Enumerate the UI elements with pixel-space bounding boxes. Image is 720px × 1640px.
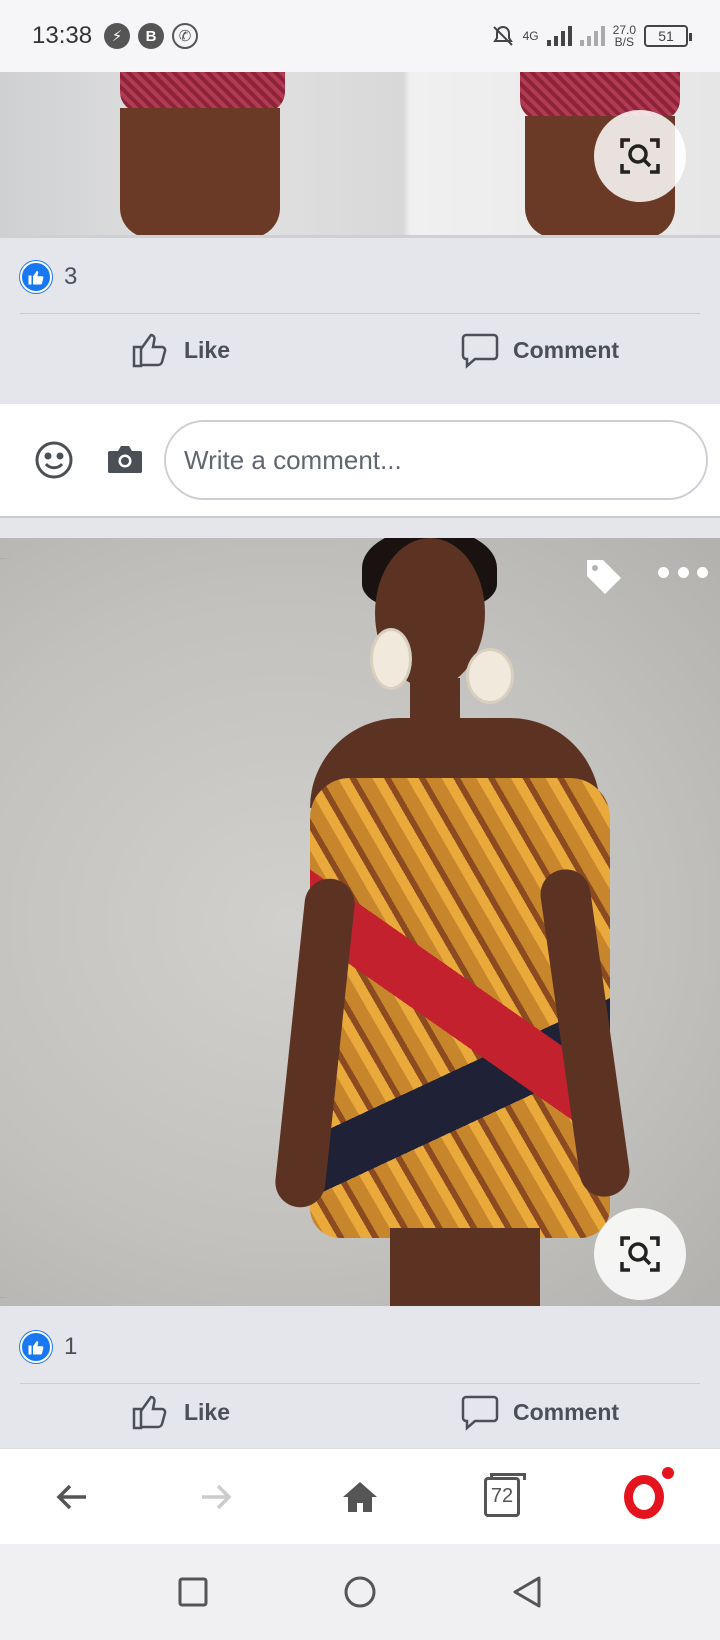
opera-menu-button[interactable]: [624, 1464, 676, 1519]
camera-icon[interactable]: [106, 443, 144, 477]
model-figure: [270, 538, 670, 1306]
network-type: 4G: [522, 29, 539, 43]
battery-level: 51: [658, 28, 674, 44]
thumbs-up-icon: [132, 1395, 167, 1430]
tab-count: 72: [490, 1485, 514, 1507]
mirror-frame: [0, 558, 90, 1298]
like-button[interactable]: Like: [0, 308, 360, 392]
like-reaction-icon: [20, 260, 52, 293]
back-arrow-icon[interactable]: [52, 1477, 92, 1517]
recents-square-icon[interactable]: [177, 1576, 209, 1608]
legs-left: [120, 108, 280, 235]
visual-search-button[interactable]: [594, 1208, 686, 1300]
visual-search-button[interactable]: [594, 110, 686, 202]
emoji-icon[interactable]: [34, 440, 74, 480]
reaction-summary[interactable]: 3: [20, 240, 700, 314]
notification-icons: ⚡ B ✆: [104, 23, 199, 49]
scan-search-icon: [620, 138, 660, 174]
like-reaction-icon: [20, 1330, 52, 1363]
post-actions: Like Comment: [0, 1376, 720, 1448]
net-speed: 27.0 B/S: [613, 24, 636, 48]
like-label: Like: [183, 1398, 231, 1425]
scan-search-icon: [620, 1236, 660, 1272]
status-bar: 13:38 ⚡ B ✆ 4G 27.0 B/S 51: [0, 0, 720, 72]
comment-button[interactable]: Comment: [360, 308, 720, 392]
post-actions: Like Comment: [0, 308, 720, 392]
like-button[interactable]: Like: [0, 1376, 360, 1448]
reaction-count: 3: [64, 262, 78, 290]
opera-logo-icon: [624, 1474, 664, 1519]
home-circle-icon[interactable]: [343, 1575, 377, 1609]
android-nav-bar: [0, 1544, 720, 1640]
comment-composer: Write a comment...: [0, 404, 720, 518]
comment-bubble-icon: [461, 1395, 499, 1431]
like-label: Like: [183, 336, 231, 363]
thumbs-up-icon: [132, 333, 167, 368]
lightning-icon: ⚡: [104, 23, 131, 49]
forward-arrow-icon[interactable]: [196, 1477, 236, 1517]
skirt-left: [120, 72, 285, 112]
net-speed-unit: B/S: [614, 35, 634, 49]
tag-icon[interactable]: [583, 556, 625, 598]
whatsapp-icon: ✆: [172, 23, 199, 49]
tabs-button[interactable]: 72: [484, 1472, 526, 1517]
b-badge-icon: B: [138, 23, 165, 49]
reaction-summary[interactable]: 1: [20, 1310, 700, 1384]
home-icon[interactable]: [340, 1477, 380, 1517]
comment-bubble-icon: [461, 333, 499, 369]
signal-icon: [546, 26, 572, 46]
earring-right: [466, 648, 514, 704]
battery-icon: 51: [644, 25, 692, 47]
comment-placeholder: Write a comment...: [184, 444, 402, 475]
comment-button[interactable]: Comment: [360, 1376, 720, 1448]
legs: [390, 1228, 540, 1306]
reaction-count: 1: [64, 1332, 78, 1360]
comment-label: Comment: [512, 1398, 620, 1425]
post-image[interactable]: [0, 72, 720, 238]
more-options-icon[interactable]: [658, 554, 708, 590]
browser-toolbar: 72: [0, 1448, 720, 1544]
notification-dot: [660, 1464, 676, 1481]
comment-input[interactable]: Write a comment...: [164, 420, 708, 500]
status-time: 13:38: [32, 22, 93, 49]
mute-bell-icon: [492, 25, 513, 46]
post-image-main[interactable]: [0, 538, 720, 1306]
earring-left: [370, 628, 412, 690]
system-status: 4G 27.0 B/S 51: [491, 24, 692, 48]
comment-label: Comment: [512, 336, 620, 363]
back-triangle-icon[interactable]: [511, 1575, 543, 1609]
signal-2-icon: [579, 26, 605, 46]
